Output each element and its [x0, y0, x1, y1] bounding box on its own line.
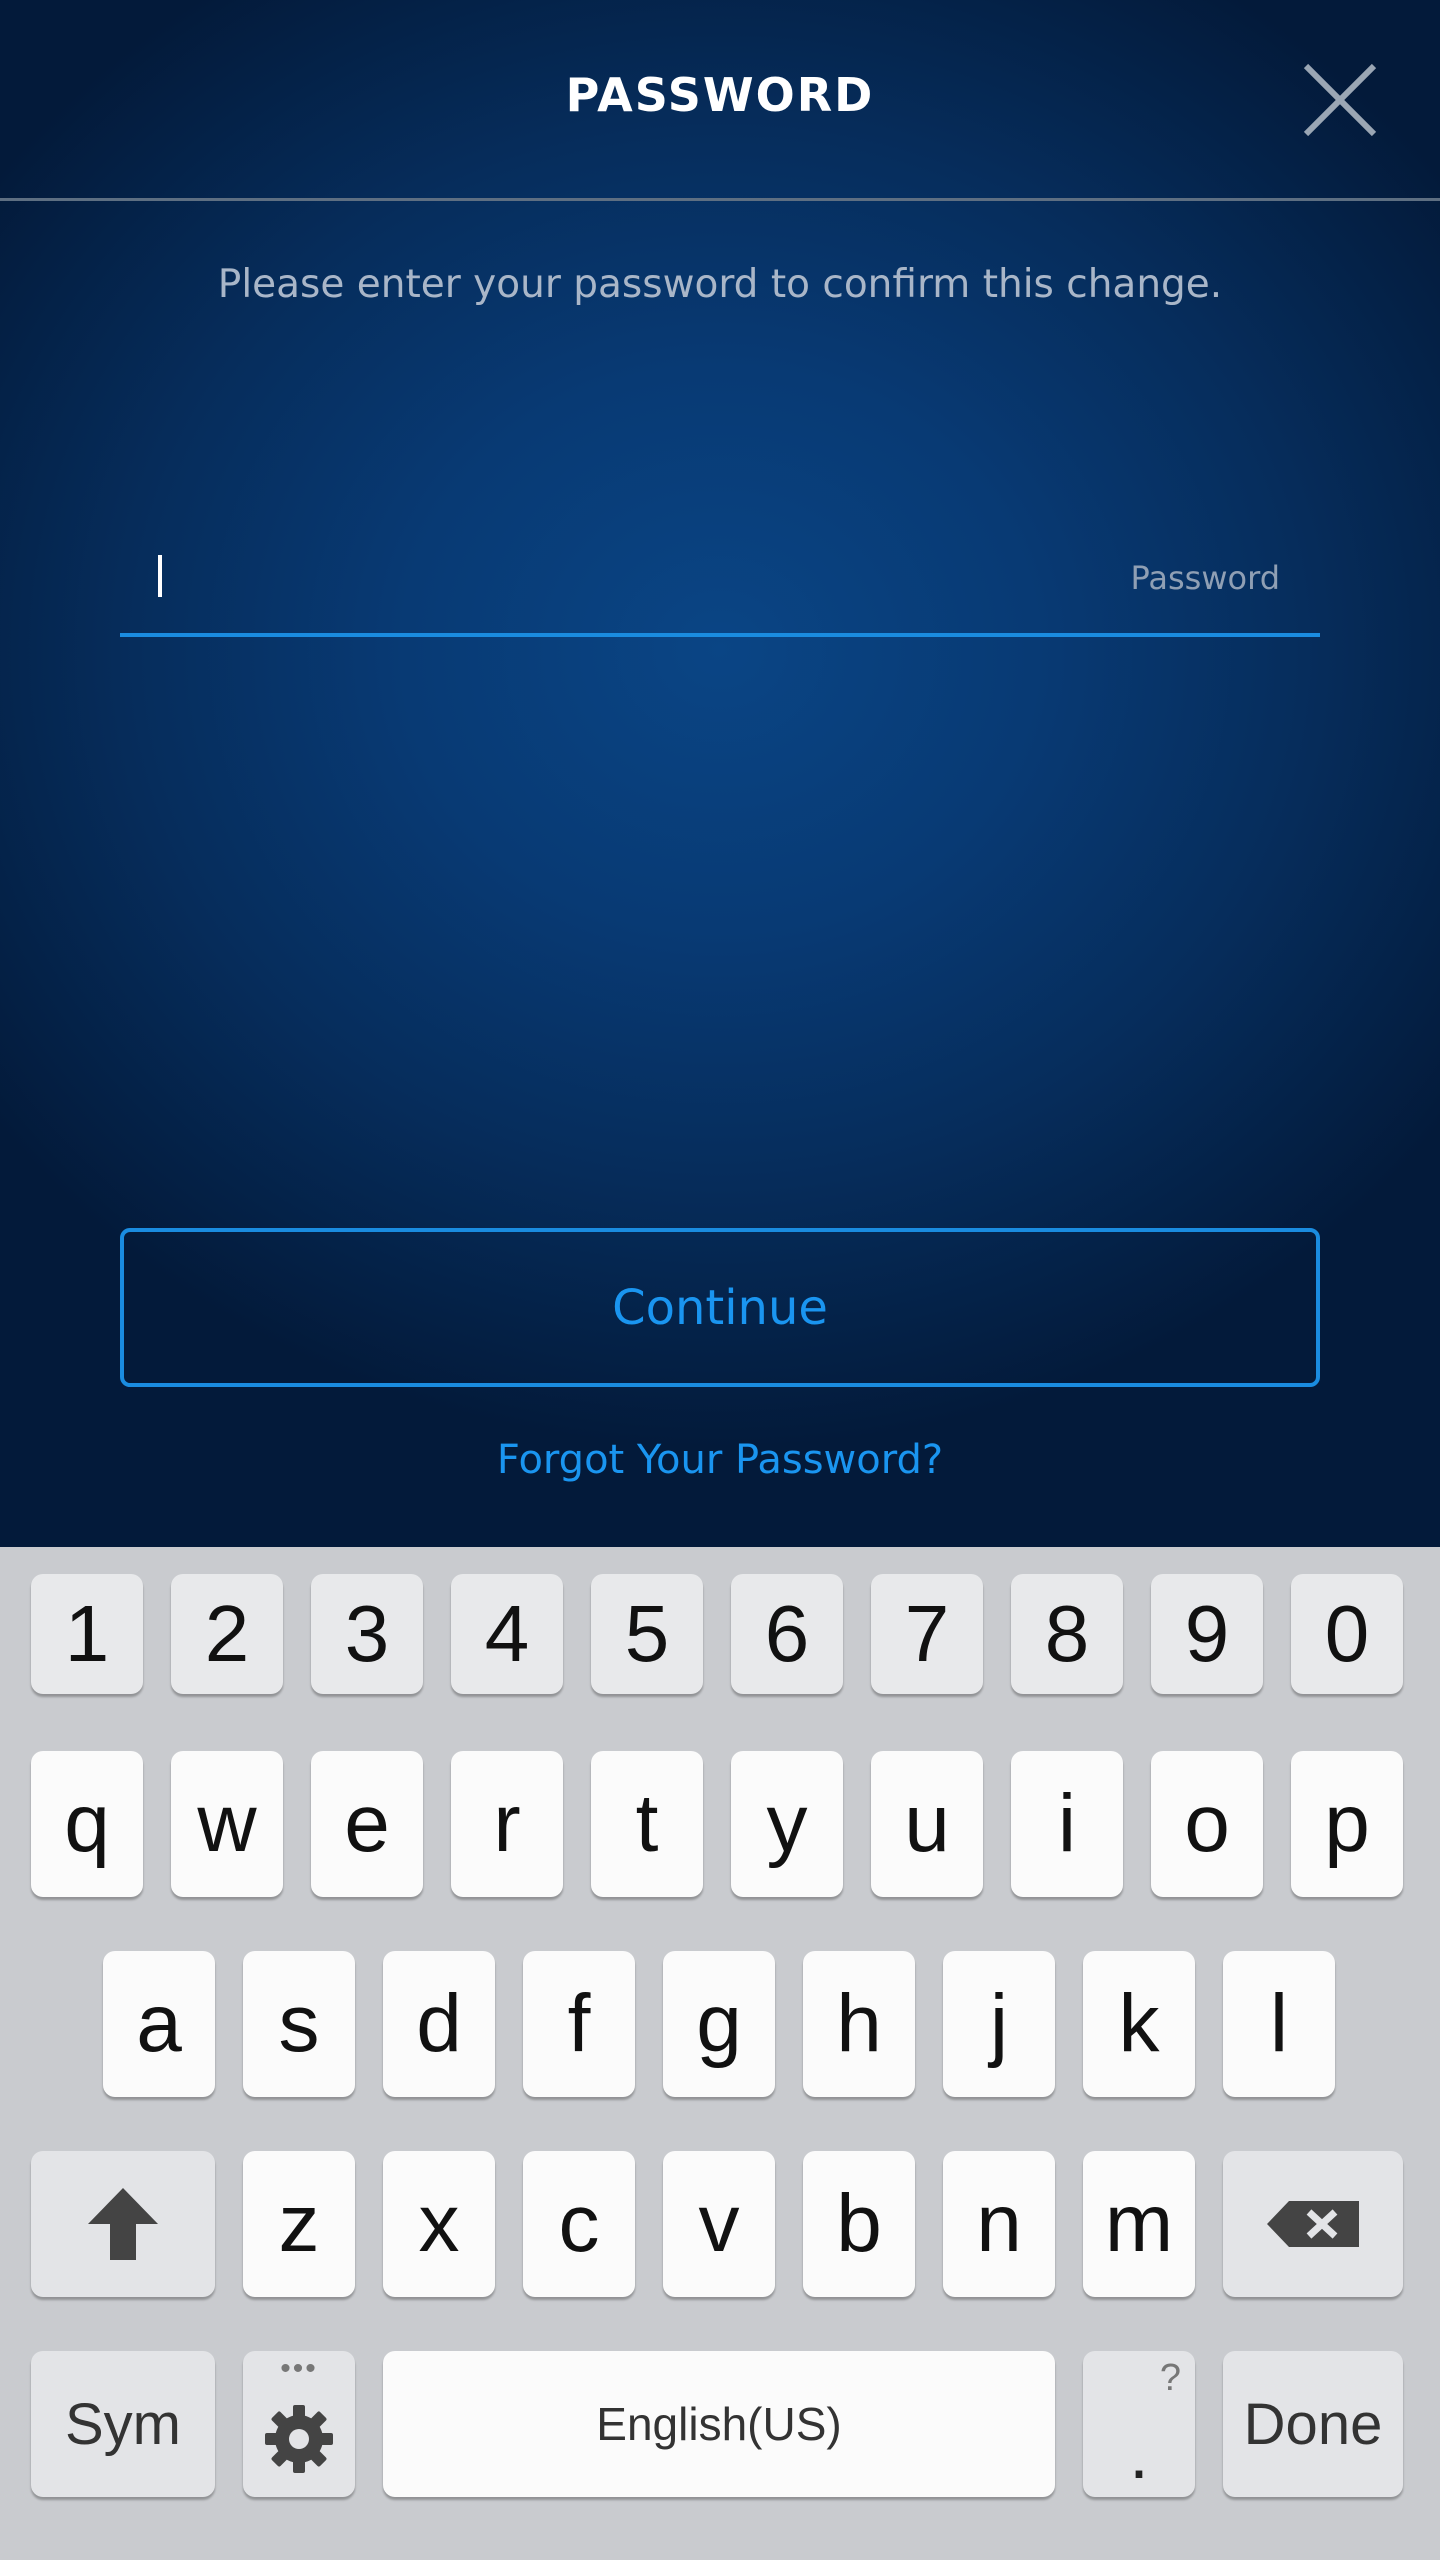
key-v[interactable]: v	[663, 2151, 775, 2297]
key-4[interactable]: 4	[451, 1574, 563, 1694]
shift-key[interactable]	[31, 2151, 215, 2297]
period-alt-label: ?	[1159, 2357, 1181, 2399]
key-m[interactable]: m	[1083, 2151, 1195, 2297]
key-k[interactable]: k	[1083, 1951, 1195, 2097]
key-u[interactable]: u	[871, 1751, 983, 1897]
sym-key[interactable]: Sym	[31, 2351, 215, 2497]
key-j[interactable]: j	[943, 1951, 1055, 2097]
done-key[interactable]: Done	[1223, 2351, 1403, 2497]
key-3[interactable]: 3	[311, 1574, 423, 1694]
key-7[interactable]: 7	[871, 1574, 983, 1694]
page-title: PASSWORD	[565, 68, 875, 122]
done-key-label: Done	[1243, 2391, 1383, 2457]
key-6[interactable]: 6	[731, 1574, 843, 1694]
backspace-icon	[1267, 2201, 1359, 2247]
period-key[interactable]: ? .	[1083, 2351, 1195, 2497]
space-key[interactable]: English(US)	[383, 2351, 1055, 2497]
app-screen: PASSWORD Please enter your password to c…	[0, 0, 1440, 1547]
key-9[interactable]: 9	[1151, 1574, 1263, 1694]
key-g[interactable]: g	[663, 1951, 775, 2097]
key-b[interactable]: b	[803, 2151, 915, 2297]
key-2[interactable]: 2	[171, 1574, 283, 1694]
key-a[interactable]: a	[103, 1951, 215, 2097]
key-d[interactable]: d	[383, 1951, 495, 2097]
key-5[interactable]: 5	[591, 1574, 703, 1694]
key-c[interactable]: c	[523, 2151, 635, 2297]
more-dots-icon: •••	[280, 2352, 318, 2385]
key-q[interactable]: q	[31, 1751, 143, 1897]
key-z[interactable]: z	[243, 2151, 355, 2297]
close-icon	[1303, 63, 1377, 137]
key-w[interactable]: w	[171, 1751, 283, 1897]
space-key-label: English(US)	[596, 2398, 842, 2450]
key-y[interactable]: y	[731, 1751, 843, 1897]
sym-key-label: Sym	[65, 2391, 181, 2457]
backspace-key[interactable]	[1223, 2151, 1403, 2297]
key-r[interactable]: r	[451, 1751, 563, 1897]
settings-key[interactable]: •••	[243, 2351, 355, 2497]
continue-button[interactable]: Continue	[120, 1228, 1320, 1387]
key-8[interactable]: 8	[1011, 1574, 1123, 1694]
shift-arrow-icon	[88, 2188, 158, 2260]
key-s[interactable]: s	[243, 1951, 355, 2097]
key-0[interactable]: 0	[1291, 1574, 1403, 1694]
period-label: .	[1129, 2415, 1149, 2493]
key-e[interactable]: e	[311, 1751, 423, 1897]
close-button[interactable]	[1298, 62, 1382, 138]
password-input[interactable]	[160, 555, 1060, 615]
text-caret	[158, 555, 162, 597]
key-i[interactable]: i	[1011, 1751, 1123, 1897]
key-l[interactable]: l	[1223, 1951, 1335, 2097]
instruction-text: Please enter your password to confirm th…	[217, 262, 1223, 307]
forgot-password-link[interactable]: Forgot Your Password?	[0, 1437, 1440, 1483]
key-t[interactable]: t	[591, 1751, 703, 1897]
key-x[interactable]: x	[383, 2151, 495, 2297]
key-f[interactable]: f	[523, 1951, 635, 2097]
key-n[interactable]: n	[943, 2151, 1055, 2297]
password-field[interactable]: Password	[120, 535, 1320, 637]
key-o[interactable]: o	[1151, 1751, 1263, 1897]
onscreen-keyboard: 1 2 3 4 5 6 7 8 9 0 q w e r t y u i o p …	[0, 1547, 1440, 2560]
key-h[interactable]: h	[803, 1951, 915, 2097]
key-1[interactable]: 1	[31, 1574, 143, 1694]
gear-icon	[265, 2405, 333, 2473]
key-p[interactable]: p	[1291, 1751, 1403, 1897]
password-hint-label: Password	[1130, 559, 1280, 597]
header-bar: PASSWORD	[0, 0, 1440, 201]
